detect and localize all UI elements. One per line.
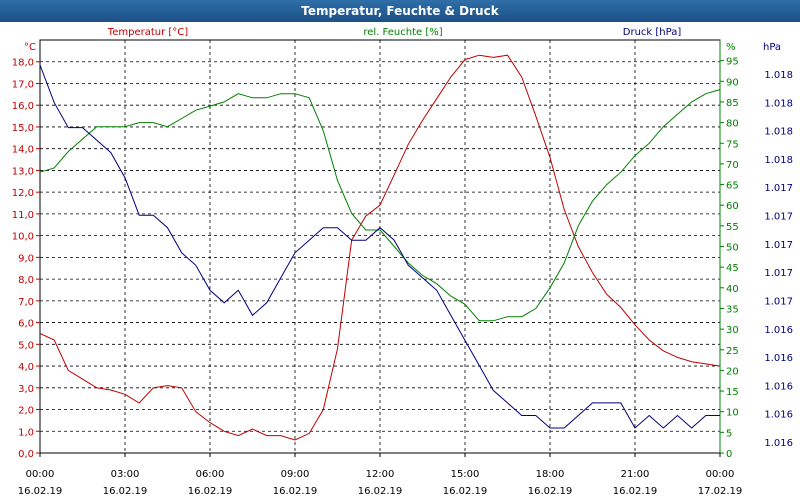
left-axis-tick-label: 4,0 (18, 362, 34, 373)
right-axis-pressure-tick-label: 1.017 (764, 296, 793, 307)
x-axis-date-label: 16.02.19 (613, 486, 658, 497)
legend-series-1: Temperatur [°C] (107, 27, 188, 38)
x-axis-date-label: 16.02.19 (188, 486, 233, 497)
right-axis-humidity-tick-label: 50 (726, 243, 739, 254)
right-axis-humidity-unit: % (726, 42, 736, 53)
left-axis-tick-label: 12,0 (12, 188, 34, 199)
right-axis-humidity-tick-label: 5 (726, 428, 732, 439)
left-axis-unit: °C (24, 42, 36, 53)
left-axis-tick-label: 3,0 (18, 384, 34, 395)
x-axis-date-label: 16.02.19 (358, 486, 403, 497)
right-axis-pressure-tick-label: 1.018 (764, 98, 793, 109)
chart-window: Temperatur, Feuchte & Druck 0,0 1,0 2,0 3,0… (0, 0, 800, 500)
right-axis-pressure-tick-label: 1.018 (764, 70, 793, 81)
right-axis-humidity-tick-label: 0 (726, 449, 732, 460)
right-axis-humidity-tick-label: 85 (726, 98, 739, 109)
right-axis-humidity-tick-label: 75 (726, 139, 739, 150)
left-axis-tick-label: 13,0 (12, 166, 34, 177)
x-axis-date-label: 17.02.19 (698, 486, 743, 497)
left-axis-tick-label: 8,0 (18, 275, 34, 286)
right-axis-humidity-tick-label: 20 (726, 366, 739, 377)
right-axis-humidity-tick-label: 65 (726, 181, 739, 192)
left-axis-tick-label: 7,0 (18, 297, 34, 308)
left-axis-tick-label: 16,0 (12, 101, 34, 112)
x-axis-time-label: 15:00 (451, 469, 480, 480)
chart-canvas: 0,0 1,0 2,0 3,0 4,0 5,0 6,0 7,0 8,0 9,0 10,0 11,0 12… (12, 27, 793, 497)
x-axis-time-label: 00:00 (26, 469, 55, 480)
right-axis-humidity-tick-label: 25 (726, 346, 739, 357)
right-axis-humidity-tick-label: 80 (726, 119, 739, 130)
left-axis-tick-label: 5,0 (18, 340, 34, 351)
right-axis-pressure-unit: hPa (763, 42, 781, 53)
x-axis-date-label: 16.02.19 (443, 486, 488, 497)
left-axis-tick-label: 18,0 (12, 58, 34, 69)
right-axis-humidity-tick-label: 70 (726, 160, 739, 171)
x-axis-time-label: 00:00 (706, 469, 735, 480)
right-axis-pressure-tick-label: 1.018 (764, 127, 793, 138)
x-axis-date-label: 16.02.19 (273, 486, 318, 497)
left-axis-tick-label: 10,0 (12, 232, 34, 243)
right-axis-pressure-tick-label: 1.017 (764, 268, 793, 279)
right-axis-pressure-tick-label: 1.017 (764, 212, 793, 223)
left-axis-tick-label: 15,0 (12, 123, 34, 134)
right-axis-pressure-tick-label: 1.017 (764, 183, 793, 194)
x-axis-time-label: 06:00 (196, 469, 225, 480)
x-axis-date-label: 16.02.19 (18, 486, 63, 497)
right-axis-humidity-tick-label: 40 (726, 284, 739, 295)
x-axis-date-label: 16.02.19 (528, 486, 573, 497)
x-axis-time-label: 21:00 (621, 469, 650, 480)
legend-series-3: Druck [hPa] (623, 27, 682, 38)
x-axis-time-label: 09:00 (281, 469, 310, 480)
legend-series-2: rel. Feuchte [%] (363, 27, 442, 38)
left-axis-tick-label: 11,0 (12, 210, 34, 221)
window-title: Temperatur, Feuchte & Druck (0, 0, 800, 22)
right-axis-humidity-tick-label: 35 (726, 304, 739, 315)
right-axis-humidity-tick-label: 55 (726, 222, 739, 233)
x-axis-time-label: 12:00 (366, 469, 395, 480)
right-axis-pressure-tick-label: 1.016 (764, 410, 793, 421)
x-axis-time-label: 03:00 (111, 469, 140, 480)
left-axis-tick-label: 9,0 (18, 253, 34, 264)
right-axis-humidity-tick-label: 90 (726, 77, 739, 88)
right-axis-pressure-tick-label: 1.016 (764, 353, 793, 364)
left-axis-tick-label: 1,0 (18, 427, 34, 438)
right-axis-humidity-tick-label: 10 (726, 408, 739, 419)
left-axis-tick-label: 17,0 (12, 79, 34, 90)
right-axis-humidity-tick-label: 45 (726, 263, 739, 274)
left-axis-tick-label: 0,0 (18, 449, 34, 460)
left-axis-tick-label: 2,0 (18, 406, 34, 417)
right-axis-pressure-tick-label: 1.016 (764, 325, 793, 336)
right-axis-pressure-tick-label: 1.017 (764, 240, 793, 251)
x-axis-date-label: 16.02.19 (103, 486, 148, 497)
right-axis-humidity-tick-label: 95 (726, 57, 739, 68)
right-axis-humidity-tick-label: 30 (726, 325, 739, 336)
right-axis-humidity-tick-label: 60 (726, 201, 739, 212)
right-axis-humidity-tick-label: 15 (726, 387, 739, 398)
left-axis-tick-label: 6,0 (18, 319, 34, 330)
left-axis-tick-label: 14,0 (12, 145, 34, 156)
right-axis-pressure-tick-label: 1.018 (764, 155, 793, 166)
right-axis-pressure-tick-label: 1.016 (764, 438, 793, 449)
x-axis-time-label: 18:00 (536, 469, 565, 480)
right-axis-pressure-tick-label: 1.016 (764, 381, 793, 392)
